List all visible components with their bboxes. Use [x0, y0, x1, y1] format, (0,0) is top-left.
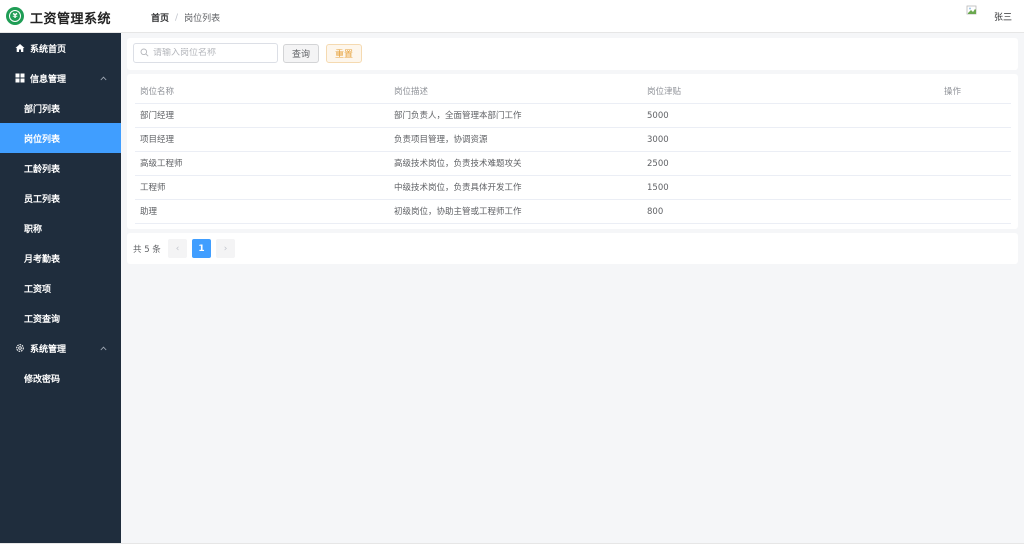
positions-table: 岗位名称 岗位描述 岗位津贴 操作 部门经理 部门负责人，全面管理本部门工作 5… — [127, 74, 1018, 229]
chevron-up-icon — [100, 74, 107, 84]
search-input[interactable] — [153, 48, 273, 58]
search-panel: 查询 重置 — [127, 38, 1018, 70]
sidebar-item-positions[interactable]: 岗位列表 — [0, 123, 121, 153]
table-row[interactable]: 助理 初级岗位，协助主管或工程师工作 800 — [135, 200, 1011, 224]
table-row[interactable]: 高级工程师 高级技术岗位，负责技术难题攻关 2500 — [135, 152, 1011, 176]
bottom-edge — [0, 543, 1024, 549]
table-row[interactable]: 部门经理 部门负责人，全面管理本部门工作 5000 — [135, 104, 1011, 128]
sidebar-item-attendance[interactable]: 月考勤表 — [0, 243, 121, 273]
cell-desc: 部门负责人，全面管理本部门工作 — [394, 111, 522, 121]
cell-desc: 初级岗位，协助主管或工程师工作 — [394, 207, 522, 217]
app-logo-icon: ¥ — [6, 7, 24, 25]
next-page-button[interactable]: › — [216, 239, 235, 258]
table-header: 岗位名称 岗位描述 岗位津贴 操作 — [135, 80, 1011, 104]
sidebar-item-titles[interactable]: 职称 — [0, 213, 121, 243]
prev-page-button[interactable]: ‹ — [168, 239, 187, 258]
cell-allowance: 800 — [647, 207, 664, 217]
cell-desc: 高级技术岗位，负责技术难题攻关 — [394, 159, 522, 169]
total-count: 共 5 条 — [133, 245, 161, 255]
cell-allowance: 3000 — [647, 135, 669, 145]
cell-name: 工程师 — [140, 183, 166, 193]
gear-icon — [15, 343, 25, 353]
sidebar-item-home[interactable]: 系统首页 — [0, 33, 121, 63]
top-header: ¥ 工资管理系统 首页 / 岗位列表 张三 — [0, 0, 1024, 33]
cell-allowance: 5000 — [647, 111, 669, 121]
app-title: 工资管理系统 — [30, 12, 112, 27]
broken-image-icon — [966, 5, 977, 15]
sidebar-item-label: 工资项 — [24, 284, 52, 295]
table-row[interactable]: 工程师 中级技术岗位，负责具体开发工作 1500 — [135, 176, 1011, 200]
chevron-up-icon — [100, 344, 107, 354]
table-row[interactable]: 项目经理 负责项目管理，协调资源 3000 — [135, 128, 1011, 152]
pagination: 共 5 条 ‹ 1 › — [127, 233, 1018, 264]
search-icon — [140, 46, 149, 60]
sidebar-item-label: 系统管理 — [30, 344, 67, 355]
home-icon — [15, 43, 25, 53]
sidebar-item-label: 工龄列表 — [24, 164, 61, 175]
search-field[interactable] — [133, 43, 278, 63]
breadcrumb-home[interactable]: 首页 — [151, 11, 169, 24]
cell-desc: 负责项目管理，协调资源 — [394, 135, 488, 145]
cell-desc: 中级技术岗位，负责具体开发工作 — [394, 183, 522, 193]
column-header: 岗位描述 — [394, 87, 429, 97]
query-button[interactable]: 查询 — [283, 44, 319, 63]
sidebar-item-label: 部门列表 — [24, 104, 61, 115]
breadcrumb-separator: / — [175, 12, 179, 23]
cell-allowance: 1500 — [647, 183, 669, 193]
column-header: 操作 — [944, 87, 962, 97]
sidebar-item-salary-items[interactable]: 工资项 — [0, 273, 121, 303]
sidebar-item-label: 修改密码 — [24, 374, 61, 385]
sidebar-item-employees[interactable]: 员工列表 — [0, 183, 121, 213]
cell-name: 高级工程师 — [140, 159, 183, 169]
column-header: 岗位津贴 — [647, 87, 682, 97]
sidebar-item-seniority[interactable]: 工龄列表 — [0, 153, 121, 183]
breadcrumb-current: 岗位列表 — [184, 14, 221, 24]
cell-name: 助理 — [140, 207, 158, 217]
sidebar-item-salary-query[interactable]: 工资查询 — [0, 303, 121, 333]
sidebar-item-departments[interactable]: 部门列表 — [0, 93, 121, 123]
sidebar-item-change-password[interactable]: 修改密码 — [0, 363, 121, 393]
sidebar-item-label: 信息管理 — [30, 74, 67, 85]
sidebar-item-label: 工资查询 — [24, 314, 61, 325]
sidebar-item-label: 月考勤表 — [24, 254, 61, 265]
avatar[interactable] — [966, 5, 988, 27]
breadcrumb: 首页 / 岗位列表 — [151, 11, 221, 25]
sidebar-item-label: 员工列表 — [24, 194, 61, 205]
sidebar: 系统首页 信息管理 部门列表 岗位列表 工龄列表 员工列表 职称 月考勤表 工资… — [0, 33, 121, 543]
user-menu[interactable]: 张三 — [966, 5, 1012, 27]
cell-name: 部门经理 — [140, 111, 175, 121]
reset-button[interactable]: 重置 — [326, 44, 362, 63]
cell-name: 项目经理 — [140, 135, 175, 145]
user-name[interactable]: 张三 — [994, 10, 1012, 23]
sidebar-item-label: 岗位列表 — [24, 134, 61, 145]
sidebar-item-system-management[interactable]: 系统管理 — [0, 333, 121, 363]
column-header: 岗位名称 — [140, 87, 175, 97]
grid-icon — [15, 73, 25, 83]
sidebar-item-label: 职称 — [24, 224, 43, 235]
cell-allowance: 2500 — [647, 159, 669, 169]
sidebar-item-label: 系统首页 — [30, 44, 67, 55]
sidebar-item-info-management[interactable]: 信息管理 — [0, 63, 121, 93]
page-number-button[interactable]: 1 — [192, 239, 211, 258]
